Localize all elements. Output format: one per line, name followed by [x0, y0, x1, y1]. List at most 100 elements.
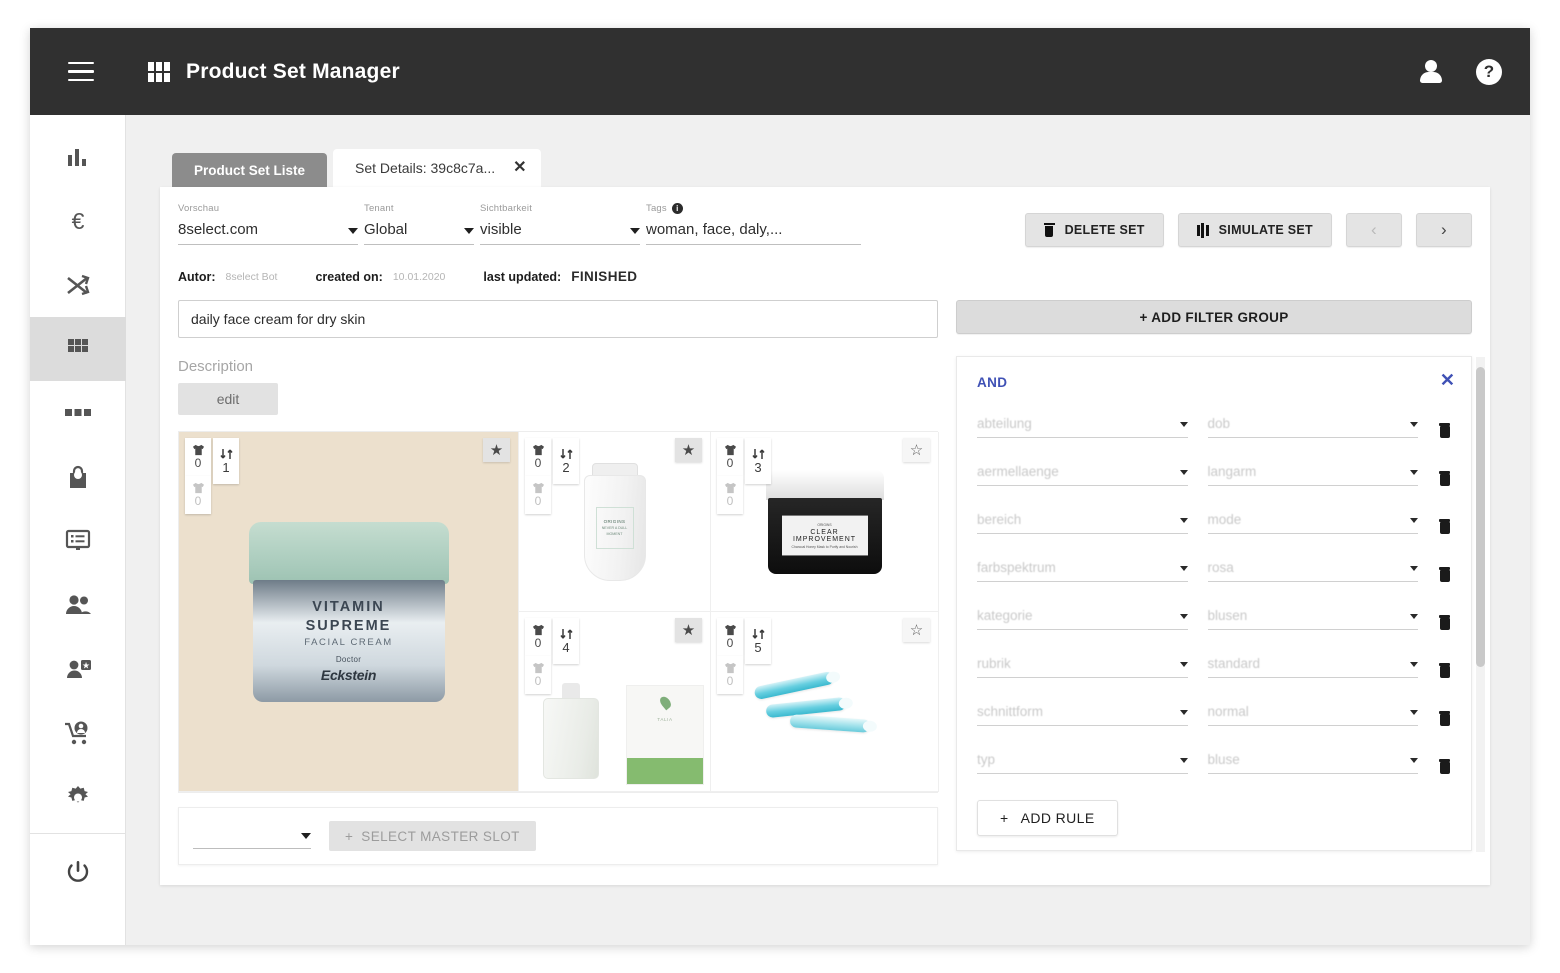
product-image-1: VITAMIN SUPREME FACIAL CREAM Doctor Ecks… [179, 432, 518, 791]
sidebar-item-vip-users[interactable]: ★ [30, 637, 126, 701]
slot-3-star-button[interactable]: ☆ [903, 438, 930, 462]
trash-icon[interactable] [1438, 759, 1451, 774]
rule-6-attribute-select[interactable]: rubrik [977, 656, 1188, 678]
product-3-line-3: Charcoal Honey Mask to Purify and Nouris… [786, 545, 864, 550]
sidebar-item-logout[interactable] [30, 840, 126, 904]
rule-3-attribute-select[interactable]: bereich [977, 512, 1188, 534]
select-master-slot-button[interactable]: + SELECT MASTER SLOT [329, 821, 536, 851]
rule-2-attribute-value: aermellaenge [977, 464, 1059, 479]
master-slot-select[interactable] [193, 823, 311, 849]
created-value: 10.01.2020 [393, 271, 446, 283]
delete-set-button[interactable]: DELETE SET [1025, 213, 1164, 247]
slot-5-position-badge[interactable]: 5 [745, 618, 771, 664]
set-title-input[interactable] [178, 300, 938, 338]
slot-2-position-value: 2 [562, 460, 569, 475]
edit-description-button[interactable]: edit [178, 383, 278, 415]
rule-4-value-select[interactable]: rosa [1208, 560, 1419, 582]
created-key: created on: [315, 270, 382, 284]
rule-2-attribute-select[interactable]: aermellaenge [977, 464, 1188, 486]
simulate-set-button[interactable]: SIMULATE SET [1178, 213, 1332, 247]
trash-icon[interactable] [1438, 519, 1451, 534]
left-column: Description edit VITAMIN [178, 300, 938, 865]
tab-product-set-list[interactable]: Product Set Liste [172, 153, 327, 187]
trash-icon[interactable] [1438, 471, 1451, 486]
tenant-select[interactable]: Global [364, 221, 474, 245]
slot-4-stock-top-value: 0 [535, 636, 542, 650]
chevron-down-icon [1180, 710, 1188, 715]
add-filter-group-button[interactable]: + ADD FILTER GROUP [956, 300, 1472, 334]
product-slot-3[interactable]: ORIGINS CLEAR IMPROVEMENT Charcoal Honey… [711, 432, 939, 612]
slot-4-position-badge[interactable]: 4 [553, 618, 579, 664]
rule-1-value-select[interactable]: dob [1208, 416, 1419, 438]
slot-1-stock-top: 0 [185, 438, 211, 476]
trash-icon[interactable] [1438, 711, 1451, 726]
rule-5-attribute-select[interactable]: kategorie [977, 608, 1188, 630]
set-info-row: Autor: 8select Bot created on: 10.01.202… [178, 269, 1472, 284]
next-set-button[interactable]: › [1416, 213, 1472, 247]
slot-2-star-button[interactable]: ★ [675, 438, 702, 462]
filter-rule-row: aermellaenge langarm [977, 464, 1451, 486]
slot-1-position-badge[interactable]: 1 [213, 438, 239, 484]
sichtbarkeit-select[interactable]: visible [480, 221, 640, 245]
product-slot-4[interactable]: TALIA 0 [519, 612, 711, 792]
product-1-line-5: Eckstein [321, 667, 376, 683]
slot-1-stock-badges: 0 0 [185, 438, 211, 514]
filter-panel-scrollbar[interactable] [1476, 357, 1485, 852]
slot-4-stock-badges: 0 0 [525, 618, 551, 694]
rule-7-value-select[interactable]: normal [1208, 704, 1419, 726]
slot-3-position-badge[interactable]: 3 [745, 438, 771, 484]
sidebar-item-revenue[interactable]: € [30, 189, 126, 253]
tab-set-details[interactable]: Set Details: 39c8c7a... ✕ [333, 149, 540, 187]
rule-6-value-select[interactable]: standard [1208, 656, 1419, 678]
tab-bar: Product Set Liste Set Details: 39c8c7a..… [160, 149, 1490, 187]
slot-1-star-button[interactable]: ★ [483, 438, 510, 462]
rule-4-attribute-select[interactable]: farbspektrum [977, 560, 1188, 582]
detail-columns: Description edit VITAMIN [178, 300, 1472, 865]
slot-5-stock-badges: 0 0 [717, 618, 743, 694]
rule-8-attribute-select[interactable]: typ [977, 752, 1188, 774]
trash-icon[interactable] [1438, 615, 1451, 630]
rule-5-value-select[interactable]: blusen [1208, 608, 1419, 630]
slot-5-star-button[interactable]: ☆ [903, 618, 930, 642]
sidebar-item-shuffle[interactable] [30, 253, 126, 317]
rule-2-value-select[interactable]: langarm [1208, 464, 1419, 486]
add-rule-button[interactable]: + ADD RULE [977, 800, 1118, 836]
rule-1-attribute-select[interactable]: abteilung [977, 416, 1188, 438]
product-slot-1[interactable]: VITAMIN SUPREME FACIAL CREAM Doctor Ecks… [179, 432, 519, 792]
tags-input[interactable]: woman, face, daly,... [646, 221, 861, 245]
product-slot-2[interactable]: ORIGINS NEVER A DULL MOMENT [519, 432, 711, 612]
close-icon[interactable]: ✕ [513, 160, 526, 176]
rule-3-value-select[interactable]: mode [1208, 512, 1419, 534]
sidebar-item-slots[interactable] [30, 381, 126, 445]
sidebar-item-analytics[interactable] [30, 125, 126, 189]
previous-set-button[interactable]: ‹ [1346, 213, 1402, 247]
sidebar-item-catalog[interactable] [30, 509, 126, 573]
select-master-slot-label: SELECT MASTER SLOT [361, 829, 520, 844]
sidebar-item-shop[interactable] [30, 445, 126, 509]
sidebar-item-customer-cart[interactable] [30, 701, 126, 765]
sidebar-item-settings[interactable] [30, 765, 126, 829]
slot-4-star-button[interactable]: ★ [675, 618, 702, 642]
app-window: Product Set Manager ? € [30, 28, 1530, 945]
hamburger-icon[interactable] [58, 49, 104, 95]
help-icon[interactable]: ? [1476, 59, 1502, 85]
add-rule-plus: + [1000, 810, 1009, 826]
field-vorschau: Vorschau 8select.com [178, 203, 358, 245]
field-sichtbarkeit: Sichtbarkeit visible [480, 203, 640, 245]
product-1-line-4: Doctor [336, 655, 361, 664]
rule-8-value-select[interactable]: bluse [1208, 752, 1419, 774]
trash-icon[interactable] [1438, 663, 1451, 678]
sidebar-item-product-sets[interactable] [30, 317, 126, 381]
sidebar-item-users[interactable] [30, 573, 126, 637]
filter-rule-row: farbspektrum rosa [977, 560, 1451, 582]
filter-rule-row: schnittform normal [977, 704, 1451, 726]
person-icon[interactable] [1420, 60, 1442, 84]
close-icon[interactable]: ✕ [1440, 371, 1455, 389]
rule-7-attribute-select[interactable]: schnittform [977, 704, 1188, 726]
trash-icon[interactable] [1438, 567, 1451, 582]
info-icon[interactable]: i [672, 203, 683, 214]
vorschau-select[interactable]: 8select.com [178, 221, 358, 245]
trash-icon[interactable] [1438, 423, 1451, 438]
slot-2-position-badge[interactable]: 2 [553, 438, 579, 484]
product-slot-5[interactable]: 0 0 5 [711, 612, 939, 792]
